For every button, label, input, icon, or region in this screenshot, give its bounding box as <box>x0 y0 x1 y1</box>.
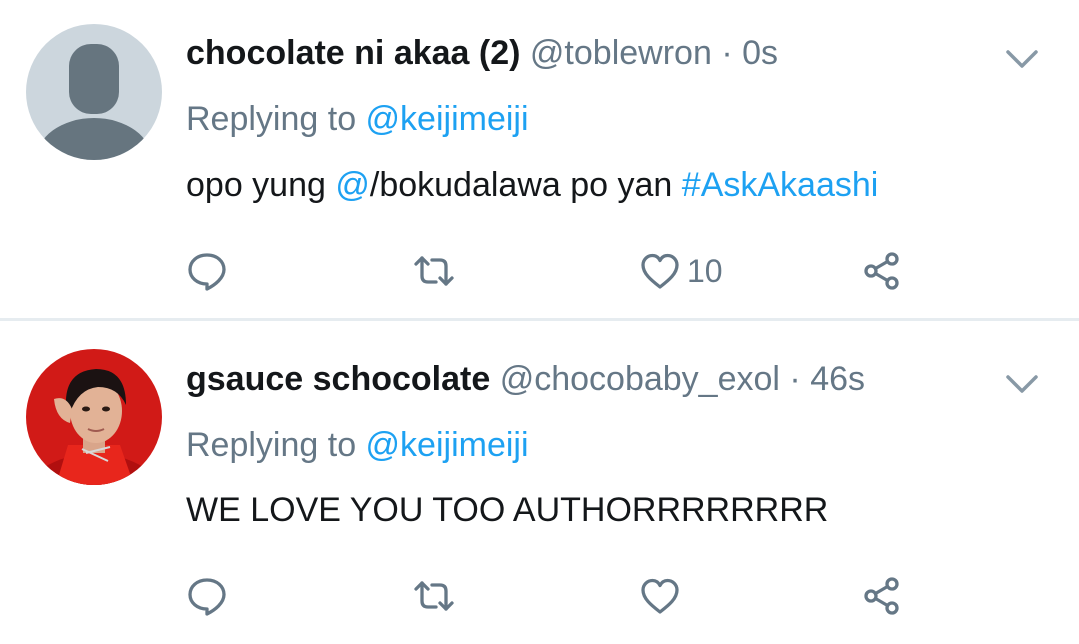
like-icon <box>641 253 679 289</box>
retweet-button[interactable] <box>413 246 455 296</box>
tweet-actions <box>0 571 1079 621</box>
timestamp: · 46s <box>789 360 866 398</box>
reply-button[interactable] <box>186 246 228 296</box>
replying-to-label: Replying to <box>186 426 366 464</box>
replying-to: Replying to @keijimeiji <box>186 425 529 465</box>
replying-to-mention[interactable]: @keijimeiji <box>366 426 529 464</box>
handle[interactable]: @chocobaby_exol <box>500 360 780 398</box>
avatar[interactable] <box>26 24 162 160</box>
reply-button[interactable] <box>186 571 228 621</box>
tweet-mention-link[interactable]: @ <box>335 166 370 204</box>
tweet-header: gsauce schocolate @chocobaby_exol · 46s <box>186 359 865 399</box>
share-button[interactable] <box>861 571 903 621</box>
like-button[interactable] <box>639 571 681 621</box>
tweet-text-part: WE LOVE YOU TOO AUTHORRRRRRRR <box>186 491 829 529</box>
like-count: 10 <box>687 252 723 289</box>
reply-icon <box>188 578 226 616</box>
reply-icon <box>188 253 226 291</box>
tweet-header: chocolate ni akaa (2) @toblewron · 0s <box>186 33 778 73</box>
retweet-icon <box>414 256 454 286</box>
avatar[interactable] <box>26 349 162 485</box>
display-name[interactable]: gsauce schocolate <box>186 360 490 398</box>
share-icon <box>864 577 899 615</box>
replying-to-mention[interactable]: @keijimeiji <box>366 100 529 138</box>
timestamp: · 0s <box>721 34 778 72</box>
replying-to: Replying to @keijimeiji <box>186 99 529 139</box>
retweet-button[interactable] <box>413 571 455 621</box>
tweet[interactable]: gsauce schocolate @chocobaby_exol · 46s … <box>0 321 1079 644</box>
hashtag-link[interactable]: #AskAkaashi <box>682 166 879 204</box>
tweet[interactable]: chocolate ni akaa (2) @toblewron · 0s Re… <box>0 0 1079 318</box>
like-icon <box>641 578 679 614</box>
chevron-down-icon[interactable] <box>1002 363 1042 403</box>
like-button[interactable]: 10 <box>639 246 723 296</box>
tweet-text: WE LOVE YOU TOO AUTHORRRRRRRR <box>186 490 828 530</box>
retweet-icon <box>414 581 454 611</box>
handle[interactable]: @toblewron <box>530 34 712 72</box>
tweet-text-part: /bokudalawa po yan <box>369 166 682 204</box>
profile-photo-icon <box>26 349 162 485</box>
tweet-actions: 10 <box>0 246 1079 296</box>
default-avatar-icon <box>26 24 162 160</box>
display-name[interactable]: chocolate ni akaa (2) <box>186 34 520 72</box>
share-button[interactable] <box>861 246 903 296</box>
chevron-down-icon[interactable] <box>1002 38 1042 78</box>
replying-to-label: Replying to <box>186 100 366 138</box>
tweet-text-part: opo yung <box>186 166 336 204</box>
share-icon <box>864 252 899 290</box>
tweet-text: opo yung @/bokudalawa po yan #AskAkaashi <box>186 165 878 205</box>
